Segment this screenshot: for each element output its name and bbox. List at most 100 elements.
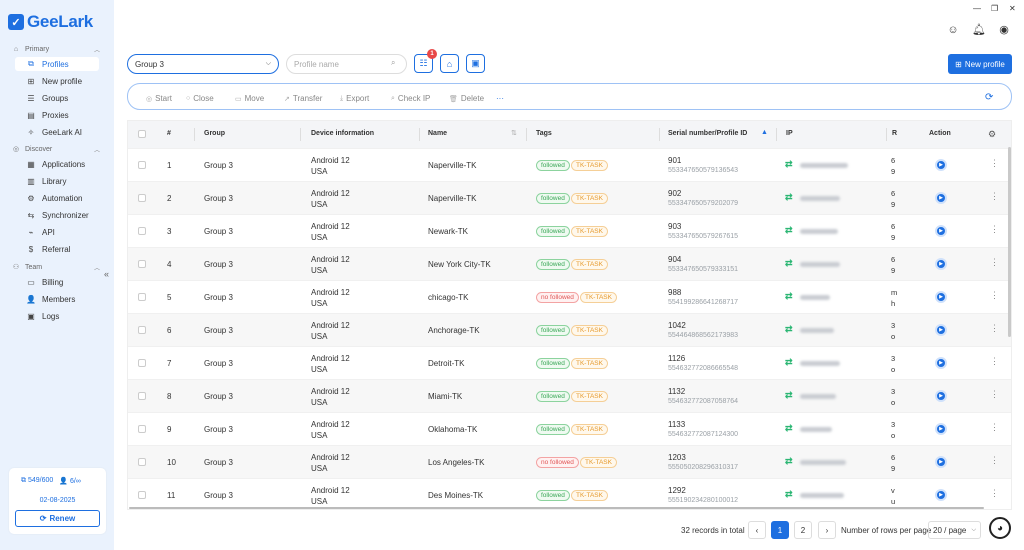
row-checkbox[interactable] [138,326,146,334]
start-profile-button[interactable]: ▶ [935,192,947,204]
row-name[interactable]: Anchorage-TK [428,326,480,335]
start-profile-button[interactable]: ▶ [935,423,947,435]
header-device[interactable]: Device information [311,130,374,137]
start-action[interactable]: ◎ Start [146,94,172,103]
search-icon[interactable]: ⌕ [391,58,395,68]
sidebar-item-geelark-ai[interactable]: ✧ GeeLark AI [15,125,99,139]
logo[interactable]: ✓ GeeLark [8,12,93,32]
sidebar-item-synchronizer[interactable]: ⇆ Synchronizer [15,208,99,222]
more-options-icon[interactable]: ⋮ [990,455,999,466]
sort-icon[interactable]: ⇅ [511,129,517,137]
more-options-icon[interactable]: ⋮ [990,323,999,334]
ip-check-icon[interactable]: ⇄ [785,423,793,434]
section-team[interactable]: ⚇ Team ︿ [12,263,100,273]
profile-name-input[interactable] [286,54,407,74]
table-row[interactable]: 4 Group 3 Android 12 USA New York City-TK fol… [128,247,1011,280]
start-profile-button[interactable]: ▶ [935,489,947,501]
row-name[interactable]: Oklahoma-TK [428,425,477,434]
table-row[interactable]: 1 Group 3 Android 12 USA Naperville-TK follow… [128,148,1011,181]
start-profile-button[interactable]: ▶ [935,390,947,402]
sidebar-item-proxies[interactable]: ▤ Proxies [15,108,99,122]
sidebar-item-groups[interactable]: ☰ Groups [15,91,99,105]
new-profile-button[interactable]: ⊞ New profile [948,54,1012,74]
sidebar-item-applications[interactable]: ▦ Applications [15,157,99,171]
refresh-icon[interactable]: ⟳ [985,92,993,103]
start-profile-button[interactable]: ▶ [935,357,947,369]
row-checkbox[interactable] [138,359,146,367]
sidebar-item-api[interactable]: ⌁ API [15,225,99,239]
table-row[interactable]: 3 Group 3 Android 12 USA Newark-TK followed TK… [128,214,1011,247]
row-checkbox[interactable] [138,260,146,268]
start-profile-button[interactable]: ▶ [935,456,947,468]
sort-asc-icon[interactable]: ▲ [761,129,768,136]
minimize-button[interactable]: — [973,4,981,13]
table-row[interactable]: 6 Group 3 Android 12 USA Anchorage-TK followe… [128,313,1011,346]
export-action[interactable]: ⤓ Export [340,94,369,103]
header-group[interactable]: Group [204,130,225,137]
row-checkbox[interactable] [138,227,146,235]
delete-action[interactable]: 🗑︎ Delete [449,94,484,103]
start-profile-button[interactable]: ▶ [935,258,947,270]
sidebar-item-logs[interactable]: ▣ Logs [15,309,99,323]
user-avatar-icon[interactable]: ◉ [997,23,1011,37]
table-row[interactable]: 2 Group 3 Android 12 USA Naperville-TK follow… [128,181,1011,214]
batch-button[interactable]: ▣ [466,54,485,73]
row-checkbox[interactable] [138,491,146,499]
row-name[interactable]: Detroit-TK [428,359,464,368]
move-action[interactable]: ▭ Move [235,94,264,103]
sidebar-item-library[interactable]: ▥ Library [15,174,99,188]
sidebar-item-billing[interactable]: ▭ Billing [15,275,99,289]
ip-check-icon[interactable]: ⇄ [785,225,793,236]
ip-check-icon[interactable]: ⇄ [785,489,793,500]
more-options-icon[interactable]: ⋮ [990,257,999,268]
row-checkbox[interactable] [138,458,146,466]
vertical-scrollbar[interactable] [1008,147,1011,337]
more-options-icon[interactable]: ⋮ [990,224,999,235]
row-checkbox[interactable] [138,425,146,433]
row-name[interactable]: Miami-TK [428,392,462,401]
more-actions[interactable]: ··· [496,94,504,103]
bell-icon[interactable]: 🔔︎ [972,23,986,37]
row-checkbox[interactable] [138,293,146,301]
row-checkbox[interactable] [138,392,146,400]
renew-button[interactable]: ⟳ Renew [15,510,100,527]
table-row[interactable]: 10 Group 3 Android 12 USA Los Angeles-TK no f… [128,445,1011,478]
collapse-sidebar-icon[interactable]: « [104,269,109,279]
ip-check-icon[interactable]: ⇄ [785,324,793,335]
page-2-button[interactable]: 2 [794,521,812,539]
support-icon[interactable]: ☺ [946,23,960,37]
sidebar-item-members[interactable]: 👤 Members [15,292,99,306]
check-ip-action[interactable]: ⌕ Check IP [391,94,430,103]
transfer-action[interactable]: ↗ Transfer [284,94,322,103]
row-name[interactable]: Newark-TK [428,227,468,236]
next-page-button[interactable]: › [818,521,836,539]
ip-check-icon[interactable]: ⇄ [785,456,793,467]
more-options-icon[interactable]: ⋮ [990,191,999,202]
header-name[interactable]: Name [428,130,447,137]
row-name[interactable]: Los Angeles-TK [428,458,484,467]
start-profile-button[interactable]: ▶ [935,225,947,237]
ip-check-icon[interactable]: ⇄ [785,258,793,269]
more-options-icon[interactable]: ⋮ [990,158,999,169]
rows-per-page-select[interactable]: 20 / page ⌵ [928,521,981,539]
start-profile-button[interactable]: ▶ [935,324,947,336]
row-checkbox[interactable] [138,194,146,202]
horizontal-scrollbar[interactable] [129,507,984,509]
select-all-checkbox[interactable] [138,130,146,138]
ip-check-icon[interactable]: ⇄ [785,159,793,170]
sidebar-item-referral[interactable]: $ Referral [15,242,99,256]
column-settings-icon[interactable]: ⚙ [988,129,996,140]
header-serial[interactable]: Serial number/Profile ID [668,130,747,137]
assistant-fab-icon[interactable]: ◕ [989,517,1011,539]
more-options-icon[interactable]: ⋮ [990,422,999,433]
row-name[interactable]: Naperville-TK [428,194,476,203]
row-name[interactable]: Naperville-TK [428,161,476,170]
restore-button[interactable]: ❐ [991,4,998,13]
table-row[interactable]: 11 Group 3 Android 12 USA Des Moines-TK follo… [128,478,1011,509]
table-row[interactable]: 9 Group 3 Android 12 USA Oklahoma-TK followed… [128,412,1011,445]
table-row[interactable]: 8 Group 3 Android 12 USA Miami-TK followed TK-… [128,379,1011,412]
ip-check-icon[interactable]: ⇄ [785,192,793,203]
table-row[interactable]: 7 Group 3 Android 12 USA Detroit-TK followed T… [128,346,1011,379]
ip-check-icon[interactable]: ⇄ [785,357,793,368]
table-row[interactable]: 5 Group 3 Android 12 USA chicago-TK no follow… [128,280,1011,313]
